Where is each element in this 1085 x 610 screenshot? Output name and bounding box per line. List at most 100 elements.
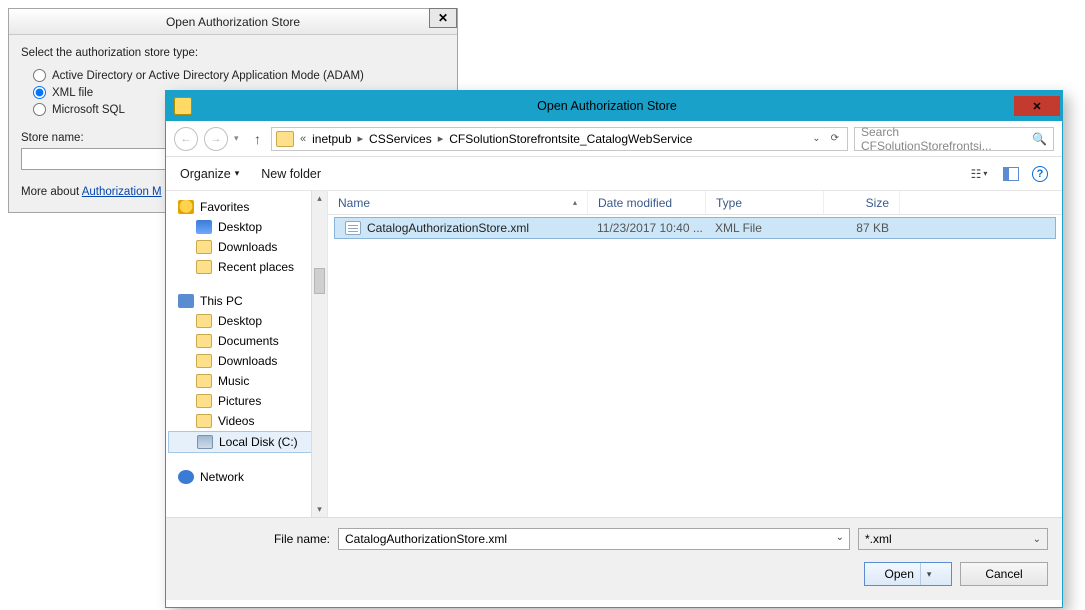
desktop-icon (196, 220, 212, 234)
tree-network[interactable]: Network (166, 467, 327, 487)
folder-icon (196, 240, 212, 254)
nav-up-button[interactable]: ↑ (250, 131, 265, 147)
search-icon: 🔍 (1032, 132, 1047, 146)
file-type: XML File (705, 221, 823, 235)
tree-item-recent-places[interactable]: Recent places (166, 257, 327, 277)
folder-icon (196, 374, 212, 388)
scroll-thumb[interactable] (314, 268, 325, 294)
folder-icon (196, 334, 212, 348)
folder-icon (196, 260, 212, 274)
dialog-footer: File name: ⌄ *.xml ⌄ Open ▾ Cancel (166, 517, 1062, 600)
view-options-button[interactable]: ☷ ▾ (968, 164, 990, 184)
file-dialog-close-button[interactable]: ✕ (1014, 96, 1060, 116)
open-split-caret[interactable]: ▾ (920, 563, 932, 585)
tree-label: Documents (218, 334, 279, 348)
col-header-size[interactable]: Size (824, 191, 900, 214)
pc-icon (178, 294, 194, 308)
radio-xml-label: XML file (52, 87, 93, 99)
breadcrumb-prefix: « (298, 133, 308, 145)
breadcrumb-item[interactable]: CSServices (365, 132, 436, 146)
tree-item-documents[interactable]: Documents (166, 331, 327, 351)
file-dialog-title: Open Authorization Store (200, 99, 1014, 113)
breadcrumb-refresh-icon[interactable]: ⟳ (831, 133, 839, 144)
nav-back-button[interactable]: ← (174, 127, 198, 151)
nav-forward-button[interactable]: → (204, 127, 228, 151)
chevron-down-icon: ▾ (235, 168, 240, 179)
radio-mssql-label: Microsoft SQL (52, 104, 125, 116)
tree-label: Desktop (218, 220, 262, 234)
more-about-prefix: More about (21, 186, 82, 198)
tree-scrollbar[interactable]: ▴ ▾ (311, 191, 327, 517)
tree-label: Videos (218, 414, 254, 428)
col-header-name[interactable]: Name▴ (328, 191, 588, 214)
file-type-filter[interactable]: *.xml ⌄ (858, 528, 1048, 550)
tree-item-videos[interactable]: Videos (166, 411, 327, 431)
filter-label: *.xml (865, 532, 892, 546)
tree-item-pictures[interactable]: Pictures (166, 391, 327, 411)
col-header-date[interactable]: Date modified (588, 191, 706, 214)
folder-tree: Favorites Desktop Downloads Recent place… (166, 191, 328, 517)
auth-dialog-titlebar: Open Authorization Store ✕ (9, 9, 457, 35)
tree-label: Recent places (218, 260, 294, 274)
chevron-down-icon: ⌄ (1033, 534, 1041, 545)
folder-icon (196, 414, 212, 428)
tree-label: Downloads (218, 240, 277, 254)
radio-adam[interactable]: Active Directory or Active Directory App… (33, 69, 445, 82)
radio-xml-input[interactable] (33, 86, 46, 99)
filename-label: File name: (180, 532, 330, 546)
tree-label: Downloads (218, 354, 277, 368)
tree-label: This PC (200, 294, 243, 308)
help-button[interactable]: ? (1032, 166, 1048, 182)
folder-icon (196, 314, 212, 328)
tree-item-desktop[interactable]: Desktop (166, 217, 327, 237)
file-size: 87 KB (823, 221, 899, 235)
close-icon: ✕ (1032, 100, 1041, 113)
chevron-right-icon: ▸ (436, 132, 446, 145)
col-header-type[interactable]: Type (706, 191, 824, 214)
cancel-button[interactable]: Cancel (960, 562, 1048, 586)
folder-icon (196, 394, 212, 408)
file-date: 11/23/2017 10:40 ... (587, 221, 705, 235)
scroll-down-icon[interactable]: ▾ (317, 502, 322, 517)
tree-item-local-disk-c[interactable]: Local Disk (C:) (168, 431, 325, 453)
new-folder-button[interactable]: New folder (261, 167, 321, 181)
search-placeholder: Search CFSolutionStorefrontsi... (861, 125, 1032, 153)
breadcrumb[interactable]: « inetpub ▸ CSServices ▸ CFSolutionStore… (271, 127, 848, 151)
auth-dialog-close-button[interactable]: ✕ (429, 8, 457, 28)
file-list: Name▴ Date modified Type Size CatalogAut… (328, 191, 1062, 517)
preview-pane-button[interactable] (1000, 164, 1022, 184)
tree-label: Music (218, 374, 249, 388)
filename-history-caret[interactable]: ⌄ (836, 532, 844, 543)
open-label: Open (885, 567, 914, 581)
tree-item-desktop-2[interactable]: Desktop (166, 311, 327, 331)
more-about-link[interactable]: Authorization M (82, 186, 162, 198)
tree-label: Network (200, 470, 244, 484)
scroll-up-icon[interactable]: ▴ (317, 191, 322, 206)
tree-favorites[interactable]: Favorites (166, 197, 327, 217)
breadcrumb-item[interactable]: inetpub (308, 132, 355, 146)
radio-adam-input[interactable] (33, 69, 46, 82)
close-icon: ✕ (438, 11, 448, 25)
search-input[interactable]: Search CFSolutionStorefrontsi... 🔍 (854, 127, 1054, 151)
file-row[interactable]: CatalogAuthorizationStore.xml 11/23/2017… (334, 217, 1056, 239)
radio-mssql-input[interactable] (33, 103, 46, 116)
organize-label: Organize (180, 167, 231, 181)
tree-item-downloads[interactable]: Downloads (166, 237, 327, 257)
tree-label: Desktop (218, 314, 262, 328)
auth-dialog-title: Open Authorization Store (166, 15, 300, 29)
tree-this-pc[interactable]: This PC (166, 291, 327, 311)
folder-icon (196, 354, 212, 368)
file-open-dialog: Open Authorization Store ✕ ← → ▾ ↑ « ine… (165, 90, 1063, 608)
organize-menu[interactable]: Organize ▾ (180, 167, 239, 181)
star-icon (178, 200, 194, 214)
open-button[interactable]: Open ▾ (864, 562, 952, 586)
disk-icon (197, 435, 213, 449)
tree-item-downloads-2[interactable]: Downloads (166, 351, 327, 371)
filename-input[interactable] (338, 528, 850, 550)
breadcrumb-item[interactable]: CFSolutionStorefrontsite_CatalogWebServi… (445, 132, 696, 146)
tree-label: Favorites (200, 200, 249, 214)
pane-icon (1003, 167, 1019, 181)
breadcrumb-dropdown-caret[interactable]: ⌄ (812, 133, 820, 144)
nav-history-caret[interactable]: ▾ (234, 133, 244, 144)
tree-item-music[interactable]: Music (166, 371, 327, 391)
